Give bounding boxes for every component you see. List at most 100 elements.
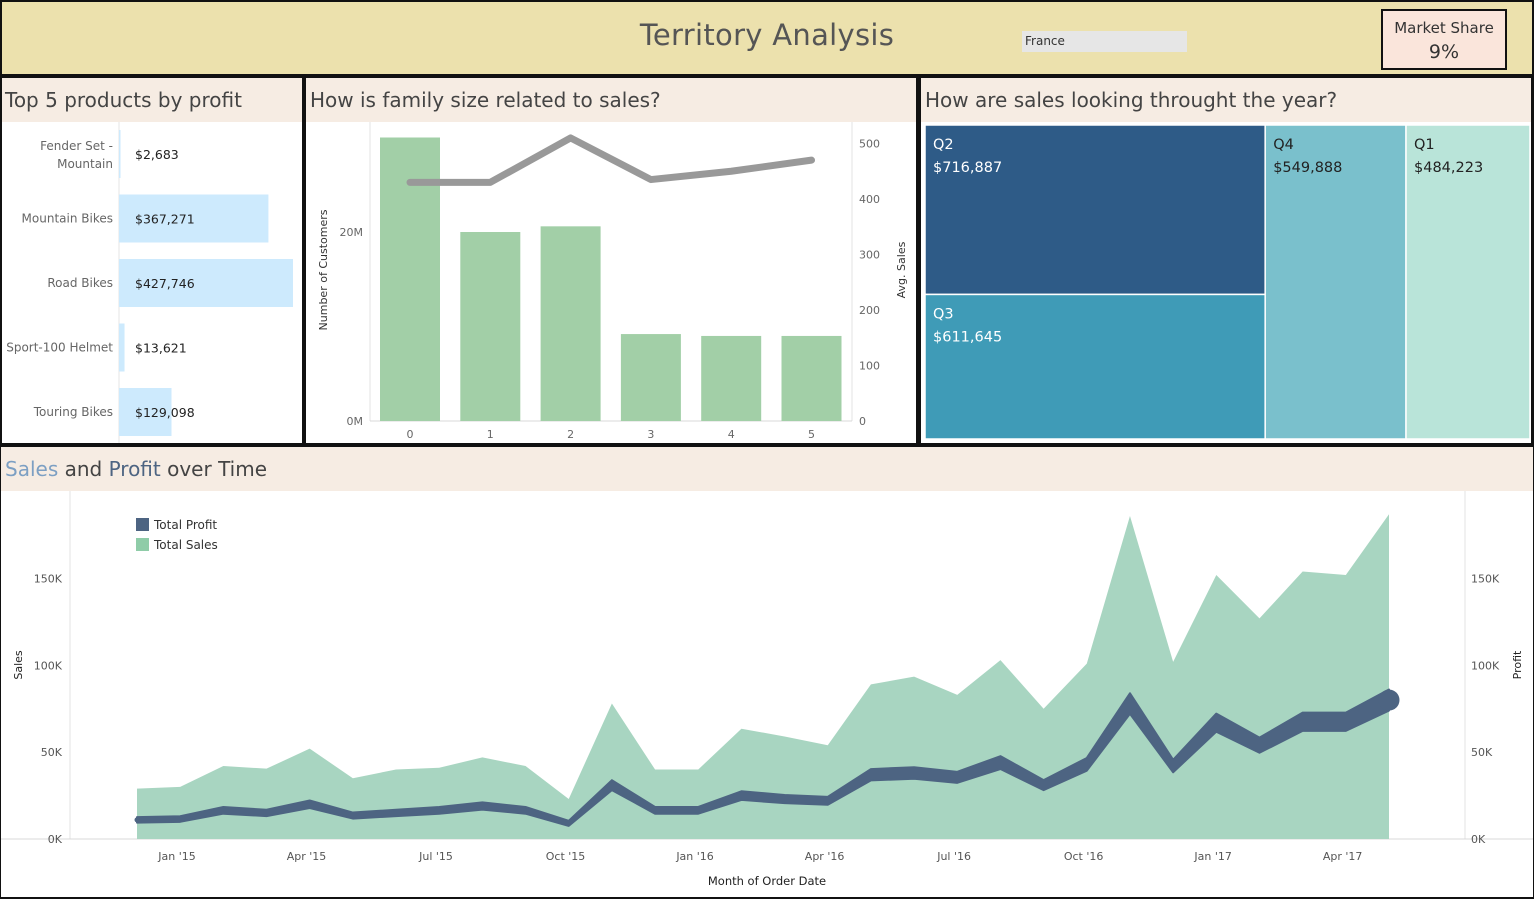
- sales-profit-title: Sales and Profit over Time: [0, 447, 1534, 491]
- y-tick-label: 150K: [34, 572, 63, 585]
- market-share-label: Market Share: [1394, 19, 1494, 37]
- x-tick-label: Jul '16: [936, 850, 971, 863]
- x-tick-label: Oct '15: [546, 850, 586, 863]
- dashboard-title: Territory Analysis: [639, 18, 895, 52]
- customers-bar: [620, 334, 681, 421]
- quarter-sales-treemap: Q2 $716,887 Q3 $611,645 Q4 $549,888 Q1 $484,223: [924, 124, 1531, 440]
- family-size-title: How is family size related to sales?: [305, 78, 917, 122]
- product-label: Mountain Bikes: [22, 212, 113, 226]
- divider: [0, 76, 2, 447]
- customers-bar: [781, 335, 842, 421]
- title-and-word: and: [58, 457, 109, 481]
- divider: [0, 443, 1534, 447]
- sales-profit-chart: 0K 0K 50K 50K 100K 100K 150K 150K Jan '15 Apr '15…: [0, 491, 1534, 888]
- y2-tick-label: 400: [859, 193, 880, 206]
- legend-swatch-sales: [136, 538, 149, 551]
- customers-bar: [540, 226, 601, 421]
- x-tick-label: Oct '16: [1064, 850, 1104, 863]
- divider: [302, 76, 306, 447]
- title-over-time: over Time: [160, 457, 268, 481]
- x-tick-label: 0: [407, 428, 414, 441]
- y-tick-label: 20M: [340, 226, 364, 239]
- product-value-label: $427,746: [135, 276, 195, 291]
- top-products-title: Top 5 products by profit: [0, 78, 303, 122]
- treemap-value-label: $716,887: [933, 160, 1002, 176]
- legend-label-sales: Total Sales: [153, 538, 218, 552]
- family-size-chart: 0 1 2 3 4 5 0M 20M 0 100 200 300 400 500 Number of Cus…: [317, 122, 908, 441]
- x-tick-label: Apr '16: [805, 850, 845, 863]
- x-tick-label: 3: [647, 428, 654, 441]
- treemap-quarter-label: Q3: [933, 306, 954, 322]
- product-label: Mountain: [57, 157, 113, 171]
- treemap-quarter-label: Q1: [1414, 137, 1435, 153]
- treemap-quarter-label: Q4: [1273, 137, 1294, 153]
- customers-bar: [460, 232, 521, 421]
- country-filter[interactable]: France: [1022, 31, 1187, 52]
- product-label: Touring Bikes: [33, 405, 113, 419]
- y2-axis-title: Avg. Sales: [895, 241, 908, 298]
- x-tick-label: Jan '15: [157, 850, 195, 863]
- title-sales-word: Sales: [5, 457, 59, 481]
- x-tick-label: Jul '15: [418, 850, 453, 863]
- y2-tick-label: 50K: [1471, 746, 1493, 759]
- profit-end-cap: [1378, 689, 1400, 711]
- treemap-cell: [924, 124, 1266, 296]
- avg-sales-line: [406, 134, 815, 186]
- x-tick-label: Apr '17: [1323, 850, 1363, 863]
- y2-tick-label: 300: [859, 249, 880, 262]
- y2-tick-label: 0K: [1471, 833, 1486, 846]
- y-tick-label: 0K: [48, 833, 63, 846]
- product-label: Fender Set -: [40, 139, 113, 153]
- treemap-value-label: $611,645: [933, 329, 1002, 345]
- x-tick-label: 1: [487, 428, 494, 441]
- product-bar: [119, 323, 125, 372]
- product-value-label: $2,683: [135, 147, 179, 162]
- legend-label-profit: Total Profit: [153, 518, 217, 532]
- y-tick-label: 100K: [34, 659, 63, 672]
- divider: [0, 74, 1534, 78]
- y-tick-label: 0M: [347, 415, 364, 428]
- product-value-label: $129,098: [135, 405, 195, 420]
- treemap-value-label: $484,223: [1414, 160, 1483, 176]
- market-share-card: Market Share 9%: [1381, 9, 1507, 70]
- y2-tick-label: 100K: [1471, 659, 1500, 672]
- profit-start-cap: [134, 817, 140, 823]
- x-tick-label: Apr '15: [287, 850, 327, 863]
- treemap-quarter-label: Q2: [933, 137, 954, 153]
- y2-tick-label: 0: [859, 415, 866, 428]
- legend-swatch-profit: [136, 518, 149, 531]
- product-value-label: $367,271: [135, 212, 195, 227]
- market-share-value: 9%: [1428, 41, 1460, 63]
- y2-tick-label: 500: [859, 138, 880, 151]
- family-size-panel: How is family size related to sales? 0 1 2…: [305, 78, 917, 444]
- y2-axis-title: Profit: [1511, 650, 1524, 679]
- y2-tick-label: 150K: [1471, 572, 1500, 585]
- y2-tick-label: 200: [859, 304, 880, 317]
- y-axis-title: Sales: [12, 650, 25, 680]
- x-tick-label: Jan '17: [1193, 850, 1231, 863]
- treemap-value-label: $549,888: [1273, 160, 1342, 176]
- x-axis-title: Month of Order Date: [708, 874, 826, 888]
- x-tick-label: 2: [567, 428, 574, 441]
- product-bar: [119, 130, 121, 178]
- x-tick-label: 4: [728, 428, 735, 441]
- divider: [0, 447, 1, 899]
- quarter-sales-title: How are sales looking throught the year?: [920, 78, 1534, 122]
- top-products-panel: Top 5 products by profit Fender Set - Mou…: [0, 78, 303, 444]
- divider: [916, 76, 921, 447]
- x-tick-label: 5: [808, 428, 815, 441]
- product-label: Road Bikes: [47, 276, 113, 290]
- treemap-cell: [924, 293, 1266, 440]
- product-label: Sport-100 Helmet: [6, 341, 113, 355]
- top-products-chart: Fender Set - Mountain $2,683 Mountain Bikes…: [6, 122, 293, 444]
- y-tick-label: 50K: [41, 746, 63, 759]
- quarter-sales-panel: How are sales looking throught the year?…: [920, 78, 1534, 444]
- sales-profit-panel: Sales and Profit over Time 0K 0K 50K 50K 100…: [0, 447, 1534, 899]
- title-profit-word: Profit: [108, 457, 161, 481]
- y2-tick-label: 100: [859, 360, 880, 373]
- product-value-label: $13,621: [135, 341, 187, 356]
- customers-bar: [701, 335, 762, 421]
- sales-area: [137, 514, 1389, 839]
- y-axis-title: Number of Customers: [317, 209, 330, 330]
- x-tick-label: Jan '16: [675, 850, 713, 863]
